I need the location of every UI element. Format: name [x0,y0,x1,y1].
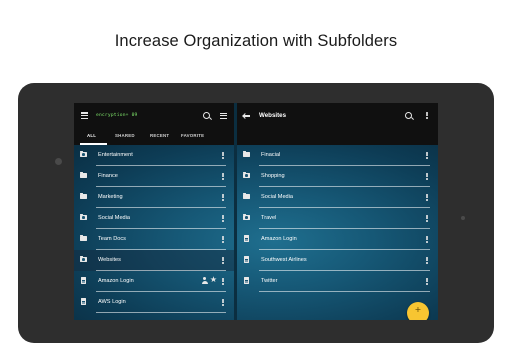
list-item-selected[interactable]: Websites [74,250,234,271]
right-pane: Websites Finacial Shopping Social Media … [237,103,438,320]
shared-folder-icon [80,213,87,220]
document-icon [244,277,249,284]
list-item-label: Marketing [98,194,123,200]
left-app-bar: encryption+ 09 [74,103,234,129]
list-item-label: Websites [98,257,121,263]
list-view-icon[interactable] [220,112,227,120]
add-item-button[interactable]: + [407,302,429,320]
shared-folder-icon [243,213,250,220]
search-icon[interactable] [405,112,412,119]
shared-folder-icon [243,171,250,178]
list-item[interactable]: Entertainment [74,145,234,166]
list-item-label: Amazon Login [98,278,134,284]
folder-icon [243,150,250,157]
more-options-icon[interactable] [426,172,428,181]
tab-recent[interactable]: RECENT [150,133,169,138]
list-item-label: Amazon Login [261,236,297,242]
document-icon [244,235,249,242]
list-item-label: Social Media [98,215,131,221]
document-icon [81,298,86,305]
list-item-label: Twitter [261,278,278,284]
list-item-label: Finance [98,173,118,179]
more-options-icon[interactable] [426,256,428,265]
more-options-icon[interactable] [426,193,428,202]
more-options-icon[interactable] [426,277,428,286]
camera-dot [55,158,62,165]
tab-shared[interactable]: SHARED [115,133,135,138]
right-app-bar: Websites [237,103,438,129]
list-item-label: Team Docs [98,236,126,242]
shared-folder-icon [80,150,87,157]
overflow-menu-icon[interactable] [426,111,428,120]
list-item-label: Finacial [261,152,281,158]
app-logo: encryption+ 09 [96,113,138,118]
list-item[interactable]: Finance [74,166,234,187]
list-item[interactable]: Amazon Login [237,229,438,250]
list-item[interactable]: Social Media [237,187,438,208]
list-item-label: AWS Login [98,299,126,305]
list-item[interactable]: Twitter [237,271,438,292]
menu-icon[interactable] [81,111,88,120]
row-divider [259,291,430,292]
app-screen: encryption+ 09 ALL SHARED RECENT FAVORIT… [74,103,438,320]
list-item-label: Social Media [261,194,294,200]
left-pane: encryption+ 09 ALL SHARED RECENT FAVORIT… [74,103,234,320]
document-icon [81,277,86,284]
more-options-icon[interactable] [222,151,224,160]
star-icon[interactable]: ★ [210,275,217,284]
more-options-icon[interactable] [222,298,224,307]
list-item[interactable]: Marketing [74,187,234,208]
folder-icon [80,234,87,241]
list-item[interactable]: Southwest Airlines [237,250,438,271]
tab-favorite[interactable]: FAVORITE [181,133,204,138]
more-options-icon[interactable] [222,235,224,244]
list-item-label: Shopping [261,173,285,179]
list-item-label: Southwest Airlines [261,257,307,263]
back-arrow-icon[interactable] [242,113,250,119]
row-divider [96,312,226,313]
list-item[interactable]: Team Docs [74,229,234,250]
headline: Increase Organization with Subfolders [114,32,398,50]
shared-folder-icon [80,255,87,262]
list-item-label: Travel [261,215,277,221]
more-options-icon[interactable] [426,235,428,244]
list-item[interactable]: Finacial [237,145,438,166]
list-item-label: Entertainment [98,152,133,158]
folder-icon [243,192,250,199]
plus-icon: + [414,305,422,314]
list-item[interactable]: Travel [237,208,438,229]
list-item[interactable]: Social Media [74,208,234,229]
list-item[interactable]: Shopping [237,166,438,187]
document-icon [244,256,249,263]
list-item[interactable]: AWS Login [74,292,234,313]
search-icon[interactable] [203,112,210,119]
more-options-icon[interactable] [222,277,224,286]
more-options-icon[interactable] [222,214,224,223]
more-options-icon[interactable] [222,172,224,181]
more-options-icon[interactable] [222,256,224,265]
person-icon[interactable] [201,277,208,284]
folder-icon [80,192,87,199]
list-item[interactable]: Amazon Login ★ [74,271,234,292]
folder-icon [80,171,87,178]
tab-all[interactable]: ALL [87,133,96,138]
more-options-icon[interactable] [222,193,224,202]
more-options-icon[interactable] [426,151,428,160]
sensor-dot [461,216,465,220]
right-subbar [237,129,438,145]
more-options-icon[interactable] [426,214,428,223]
folder-title: Websites [259,112,287,119]
